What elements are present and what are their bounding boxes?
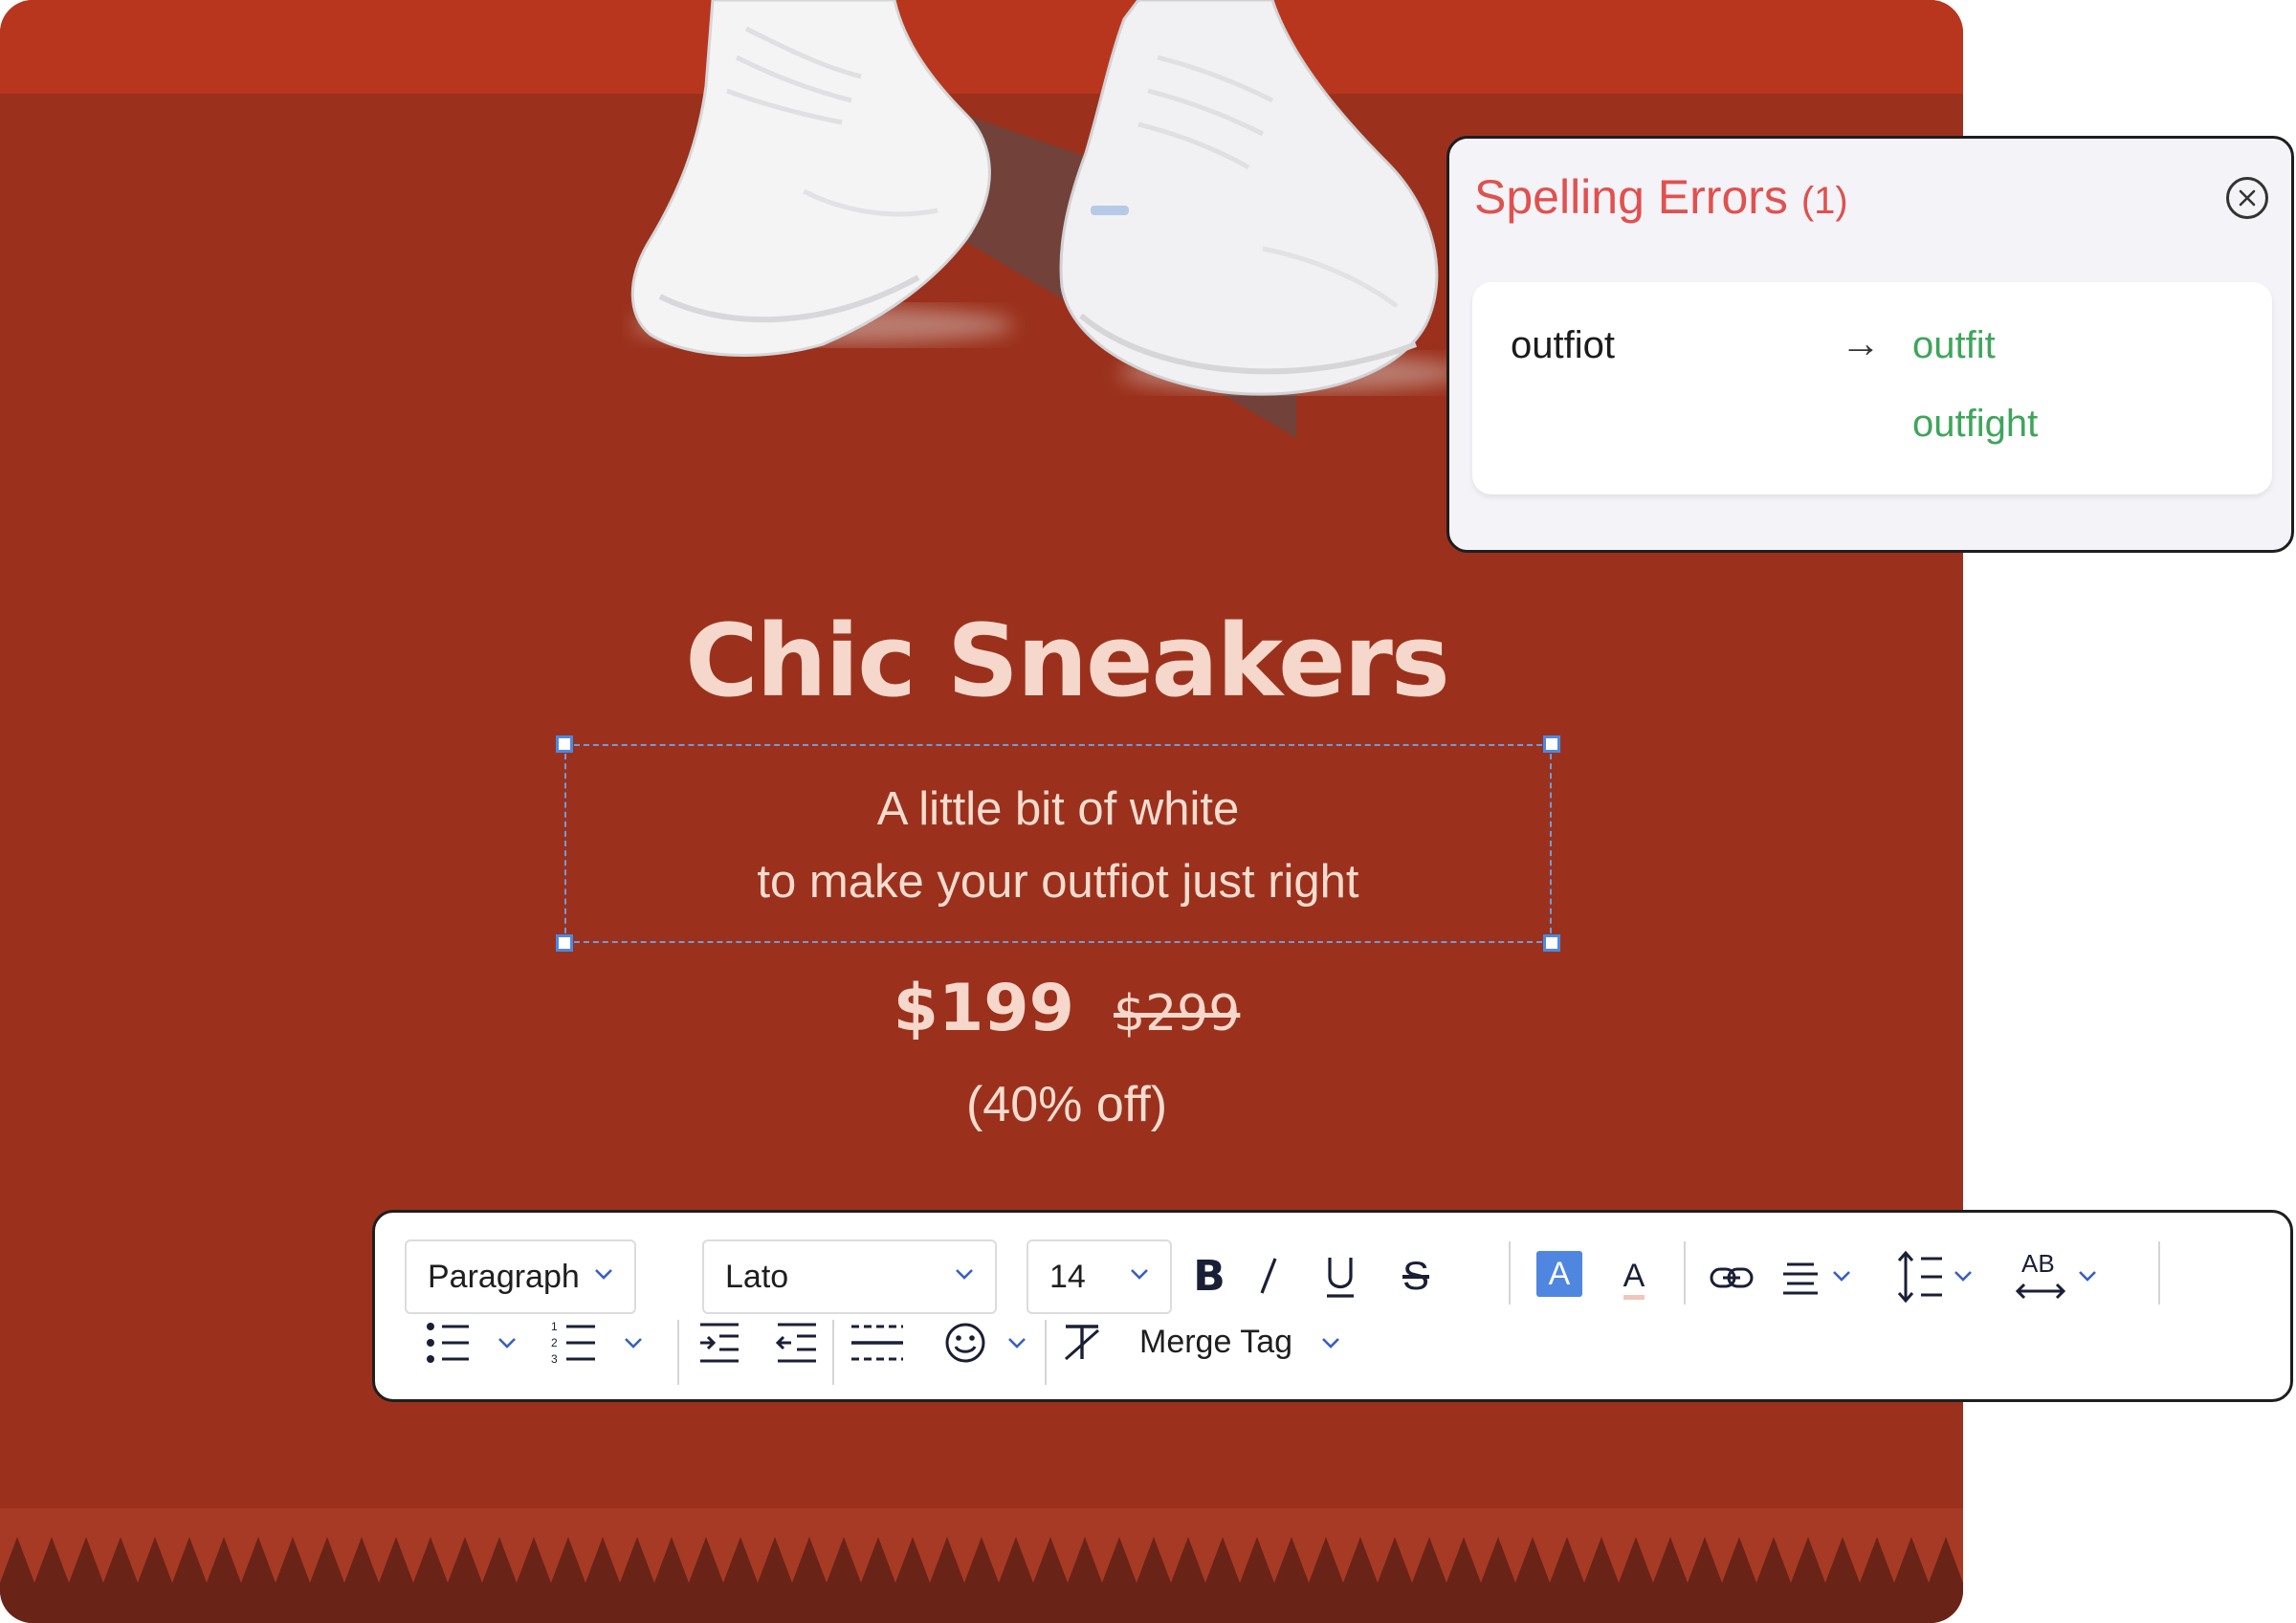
toolbar-divider [1684,1241,1686,1305]
chevron-down-icon [1008,1338,1026,1349]
sale-price: $199 [893,971,1074,1046]
suggestion-outfit[interactable]: outfit [1912,324,1996,367]
italic-icon [1260,1258,1277,1294]
misspelled-word: outfiot [1511,324,1615,366]
sneakers-image[interactable] [622,0,1483,421]
toolbar-divider [2158,1241,2160,1305]
spelling-title-text: Spelling Errors [1474,170,1788,224]
spelling-errors-panel: Spelling Errors (1) outfiot → outfit out… [1446,136,2294,553]
chevron-down-icon [498,1338,516,1349]
bullet-list-icon [427,1323,469,1363]
emoji-button[interactable] [939,1314,991,1371]
align-center-icon [1783,1262,1818,1295]
indent-button[interactable] [694,1314,745,1371]
block-format-select[interactable]: Paragraph [405,1239,636,1314]
font-family-select[interactable]: Lato [702,1239,997,1314]
numbered-list-button[interactable]: 1 2 3 [549,1314,601,1371]
spelling-panel-title: Spelling Errors (1) [1474,169,1848,225]
error-count: (1) [1800,180,1848,222]
link-button[interactable] [1705,1251,1758,1305]
letter-spacing-icon: AB [2015,1249,2066,1300]
underline-icon [1327,1258,1354,1298]
close-icon [2239,189,2256,207]
close-panel-button[interactable] [2226,177,2268,219]
arrow-right-icon: → [1841,320,1881,365]
letter-spacing-button[interactable]: AB [2013,1245,2068,1308]
subtitle-line-2[interactable]: to make your outfiot just right [566,855,1550,909]
outdent-icon [775,1323,816,1363]
svg-text:AB: AB [2021,1249,2055,1278]
chevron-down-icon [1131,1269,1148,1280]
line-height-dropdown[interactable] [1949,1262,1977,1291]
indent-icon [700,1323,739,1363]
clear-format-icon [1065,1325,1099,1361]
block-format-value: Paragraph [428,1259,580,1295]
strikethrough-icon: S [1402,1253,1429,1298]
line-height-button[interactable] [1894,1247,1948,1306]
emoji-icon [945,1323,985,1363]
svg-text:3: 3 [551,1352,558,1366]
underline-button[interactable] [1317,1249,1363,1303]
merge-tag-dropdown[interactable] [1316,1329,1345,1358]
chevron-down-icon [2079,1271,2096,1282]
chevron-down-icon [1954,1271,1972,1282]
selected-text-block[interactable]: A little bit of white to make your outfi… [556,735,1560,952]
svg-text:1: 1 [551,1320,558,1333]
italic-button[interactable] [1247,1249,1290,1303]
toolbar-divider [677,1320,679,1385]
original-price: $299 [1114,985,1241,1042]
horizontal-rule-button[interactable] [846,1314,909,1371]
spelling-error-card: outfiot → outfit outfight [1472,282,2272,494]
numbered-list-icon: 1 2 3 [551,1320,595,1366]
bold-icon: B [1193,1251,1225,1301]
merge-tag-button[interactable]: Merge Tag [1139,1324,1292,1361]
chevron-down-icon [595,1269,612,1280]
chevron-down-icon [956,1269,973,1280]
line-height-icon [1897,1250,1942,1304]
chevron-down-icon [625,1338,642,1349]
resize-handle-bottom-left[interactable] [556,934,573,952]
bullet-list-dropdown[interactable] [493,1329,521,1358]
discount-label: (40% off) [965,1077,1168,1132]
bold-button[interactable]: B [1188,1249,1230,1303]
outdent-button[interactable] [771,1314,823,1371]
font-size-select[interactable]: 14 [1027,1239,1172,1314]
numbered-list-dropdown[interactable] [619,1329,648,1358]
align-dropdown[interactable] [1827,1262,1856,1291]
toolbar-divider [1509,1241,1511,1305]
resize-handle-top-right[interactable] [1543,735,1560,753]
text-color-button[interactable]: A [1611,1251,1657,1305]
horizontal-rule-icon [851,1325,903,1361]
chevron-down-icon [1322,1338,1339,1349]
text-color-icon: A [1623,1257,1645,1300]
emoji-dropdown[interactable] [1003,1329,1031,1358]
resize-handle-top-left[interactable] [556,735,573,753]
svg-text:2: 2 [551,1336,558,1349]
link-icon [1710,1267,1754,1288]
font-size-value: 14 [1049,1259,1086,1295]
highlight-color-icon: A [1548,1255,1571,1292]
subtitle-line-1[interactable]: A little bit of white [566,782,1550,836]
rich-text-toolbar: Paragraph Lato 14 B S A A AB 1 2 3 Merge… [372,1210,2293,1402]
chevron-down-icon [1833,1271,1850,1282]
zigzag-footer-band [0,1508,1963,1623]
resize-handle-bottom-right[interactable] [1543,934,1560,952]
headline[interactable]: Chic Sneakers [0,603,1963,719]
highlight-color-button[interactable]: A [1536,1251,1582,1297]
font-family-value: Lato [725,1259,789,1295]
align-button[interactable] [1777,1251,1824,1305]
price-row: $199 $299 [0,971,1963,1046]
toolbar-divider [832,1320,834,1385]
clear-format-button[interactable] [1056,1314,1108,1371]
strikethrough-button[interactable]: S [1391,1249,1441,1303]
bullet-list-button[interactable] [423,1314,475,1371]
toolbar-divider [1045,1320,1047,1385]
suggestion-outfight[interactable]: outfight [1912,403,2038,446]
letter-spacing-dropdown[interactable] [2073,1262,2102,1291]
